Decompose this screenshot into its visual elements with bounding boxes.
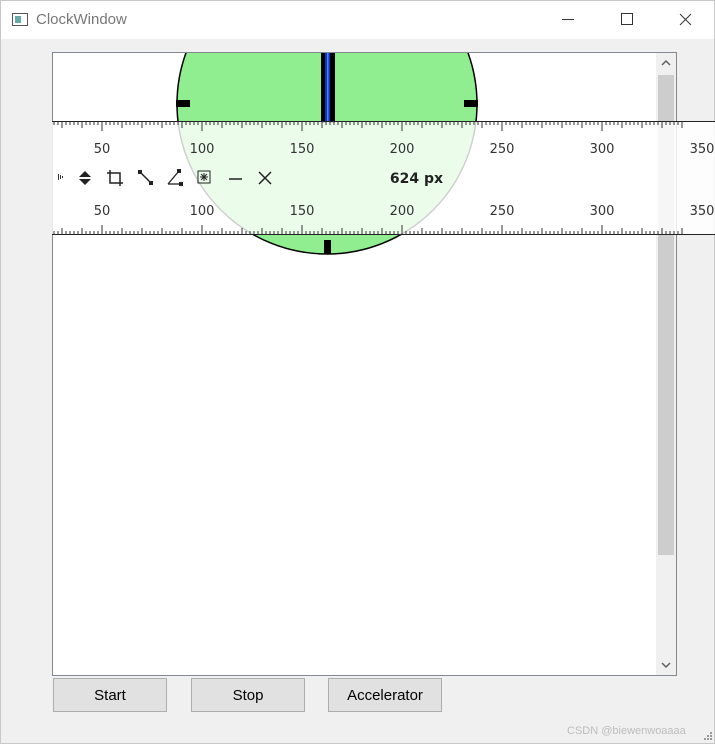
start-button[interactable]: Start — [53, 678, 167, 712]
second-hand — [327, 53, 329, 123]
ruler-top-tick-label: 150 — [290, 142, 315, 157]
hour-mark-3 — [464, 100, 478, 107]
accelerator-button[interactable]: Accelerator — [328, 678, 442, 712]
chevron-down-icon — [661, 662, 671, 669]
chevron-up-icon — [661, 59, 671, 66]
title-bar[interactable]: ClockWindow — [1, 1, 714, 39]
minimize-button[interactable] — [539, 1, 597, 39]
stop-button[interactable]: Stop — [191, 678, 305, 712]
ruler-top-tick-label: 300 — [590, 142, 615, 157]
ruler-top-tick-label: 100 — [190, 142, 215, 157]
ruler-bottom-tick-label: 350 — [690, 204, 715, 219]
ruler-bottom-tick-label: 300 — [590, 204, 615, 219]
hour-mark-9 — [176, 100, 190, 107]
center-icon[interactable] — [197, 170, 211, 184]
flip-vertical-icon[interactable] — [79, 171, 91, 185]
ruler-bottom-tick-label: 200 — [390, 204, 415, 219]
length-readout: 624 px — [390, 171, 443, 187]
window-title: ClockWindow — [36, 11, 127, 28]
maximize-button[interactable] — [597, 1, 655, 39]
ruler-top-tick-label: 350 — [690, 142, 715, 157]
app-window-icon — [12, 13, 28, 26]
ruler-top-tick-label: 250 — [490, 142, 515, 157]
watermark: CSDN @biewenwoaaaa — [567, 725, 686, 737]
ruler-top-tick-label: 50 — [94, 142, 111, 157]
maximize-icon — [621, 13, 633, 25]
diagonal-icon[interactable] — [138, 170, 153, 185]
minimize-icon — [562, 19, 574, 20]
ruler-bottom-tick-label: 100 — [190, 204, 215, 219]
resize-grip-icon[interactable] — [701, 729, 713, 741]
ruler-scale: 50100150200250300350400450500550600650 5… — [53, 122, 715, 234]
hour-mark-6 — [324, 240, 331, 254]
ruler-top-tick-label: 200 — [390, 142, 415, 157]
screen-ruler[interactable]: 50100150200250300350400450500550600650 5… — [52, 121, 715, 235]
close-button[interactable] — [656, 1, 714, 39]
scroll-down-button[interactable] — [656, 655, 676, 675]
clock-window: ClockWindow 50 100 150 200 250 300 350 5… — [0, 0, 715, 744]
crop-icon[interactable] — [107, 170, 123, 186]
ruler-bottom-tick-label: 50 — [94, 204, 111, 219]
ruler-bottom-tick-label: 250 — [490, 204, 515, 219]
close-icon[interactable] — [258, 171, 272, 185]
ruler-bottom-tick-label: 150 — [290, 204, 315, 219]
grip-icon[interactable] — [58, 174, 63, 180]
scroll-up-button[interactable] — [656, 53, 676, 73]
angle-icon[interactable] — [167, 169, 183, 186]
close-icon — [679, 13, 692, 26]
